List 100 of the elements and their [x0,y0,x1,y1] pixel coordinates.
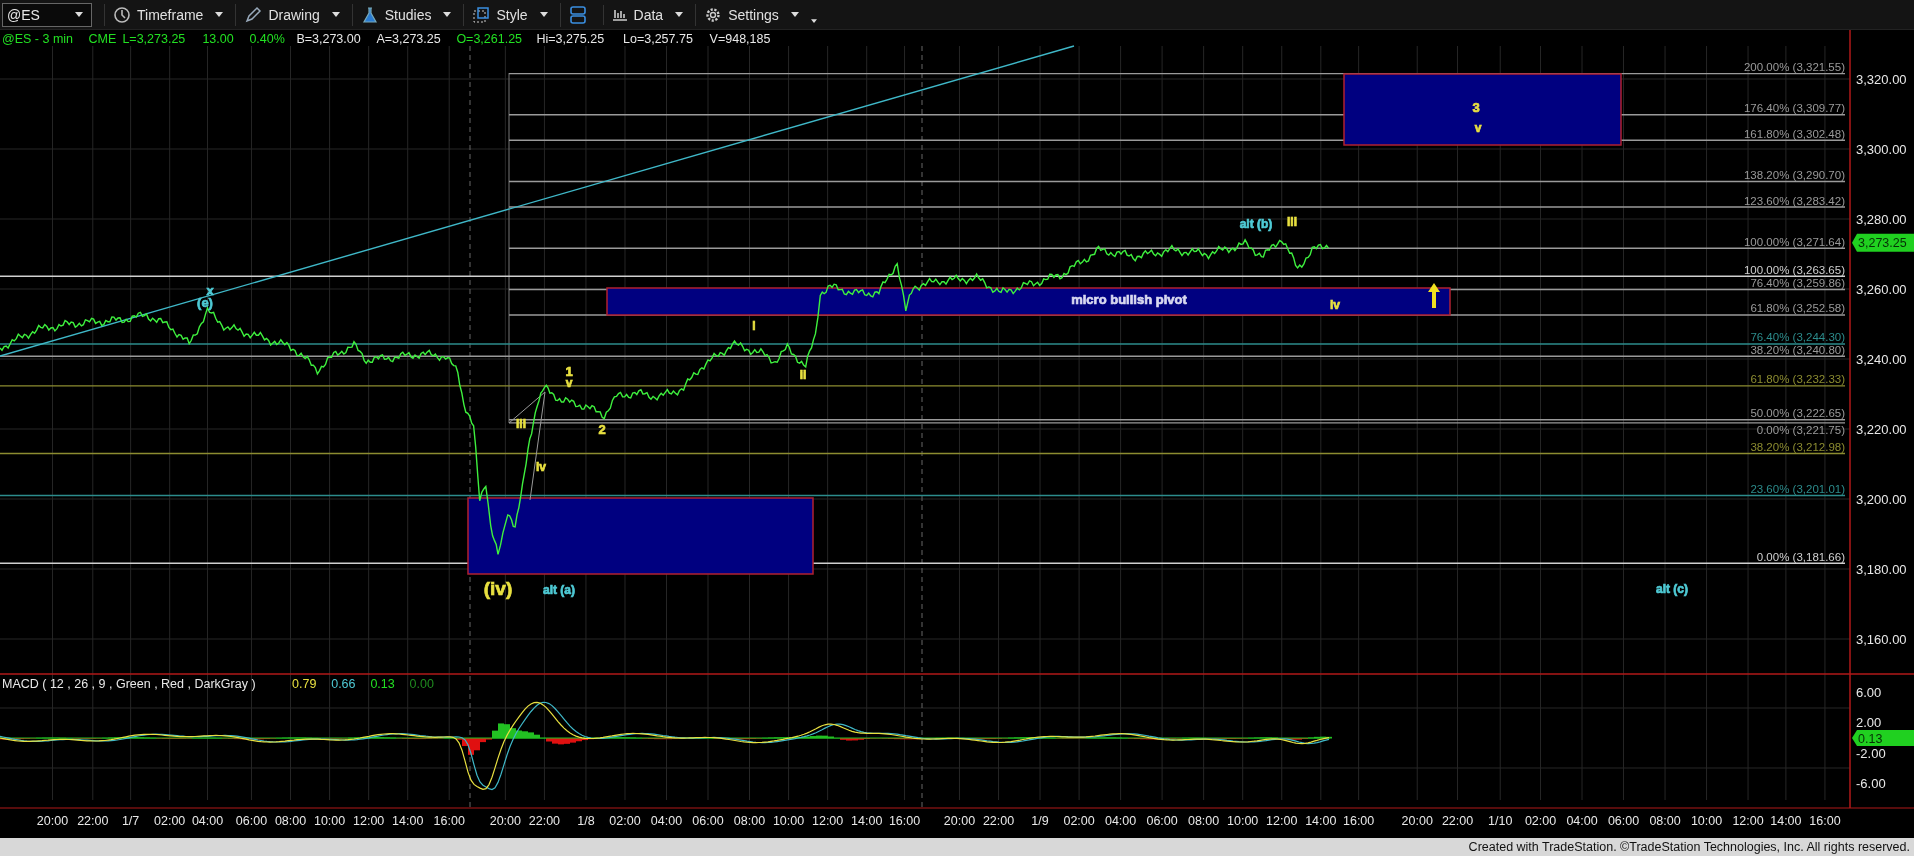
macd-tick: -6.00 [1856,776,1886,791]
time-label: 12:00 [1266,814,1298,828]
time-label: 10:00 [313,814,346,828]
price-tick: 3,260.00 [1856,282,1907,297]
time-label: 1/10 [1488,814,1513,828]
wave-label: ii [799,368,807,383]
wave-label: (iv) [483,578,513,599]
studies-button[interactable]: Studies [351,3,460,26]
quote-value: B=3,273.00 [296,32,361,46]
caret-icon [443,12,452,17]
macd-value-tag: 0.13 [1852,730,1914,746]
fib-label: 176.40% (3,309.77) [1743,102,1845,115]
price-tick: 3,320.00 [1856,72,1907,87]
time-label: 16:00 [888,814,921,828]
symbol-dropdown[interactable]: @ES [2,2,92,27]
time-label: 12:00 [812,814,844,828]
time-label: 06:00 [1607,814,1640,828]
settings-button[interactable]: Settings [695,3,807,26]
time-label: 08:00 [1649,814,1681,828]
macd-tick: -2.00 [1856,746,1886,761]
wave-label: alt (a) [543,583,575,598]
caret-icon [331,12,340,17]
fib-label: 38.20% (3,212.98) [1750,441,1845,454]
wave-label: 2 [598,422,606,438]
fib-label: 161.80% (3,302.48) [1743,127,1845,140]
quote-value: CME [88,32,117,46]
fib-label: 0.00% (3,181.66) [1756,550,1845,563]
time-label: 06:00 [1146,814,1178,828]
time-label: 02:00 [1524,814,1557,828]
flask-icon [360,5,379,24]
caret-icon [675,12,684,17]
quote-value: L=3,273.25 [122,32,186,46]
time-label: 16:00 [1343,814,1375,828]
quote-value: 13.00 [202,32,234,46]
time-label: 20:00 [489,814,521,828]
quote-value: Hi=3,275.25 [536,32,605,46]
time-label: 10:00 [1690,814,1723,828]
time-label: 20:00 [943,814,976,828]
time-label: 22:00 [982,814,1015,828]
time-label: 14:00 [392,814,424,828]
price-tick: 3,200.00 [1856,492,1907,507]
macd-value: 0.13 [370,677,395,691]
fib-label: 76.40% (3,259.86) [1750,277,1845,289]
time-label: 06:00 [692,814,724,828]
macd-value: 0.66 [331,677,356,691]
style-button[interactable]: Style [463,3,556,26]
caret-icon [539,12,548,17]
time-label: 1/9 [1031,814,1049,828]
time-label: 22:00 [1441,814,1474,828]
time-label: 08:00 [274,814,307,828]
timeframe-button[interactable]: Timeframe [104,3,232,26]
macd-value: 0.79 [292,677,317,691]
time-label: 20:00 [36,814,69,828]
data-button[interactable]: Data [602,4,692,25]
fib-label: 100.00% (3,271.64) [1743,235,1845,248]
time-label: 12:00 [1732,814,1764,828]
price-tick: 3,180.00 [1856,562,1907,577]
time-label: 16:00 [1809,814,1841,828]
caret-icon [790,12,799,17]
pencil-icon [244,5,263,24]
price-tick: 3,280.00 [1856,212,1907,227]
time-label: 04:00 [191,814,224,828]
drawing-button[interactable]: Drawing [235,3,348,26]
fib-label: 61.80% (3,252.58) [1750,302,1845,315]
price-tick: 3,240.00 [1856,352,1907,367]
quote-value: @ES - 3 min [2,32,74,46]
time-label: 08:00 [733,814,766,828]
fib-label: 123.60% (3,283.42) [1743,194,1845,207]
fib-label: 76.40% (3,244.30) [1750,331,1845,344]
caret-icon [810,18,817,23]
wave-label: 3 [1472,100,1480,116]
fib-label: 200.00% (3,321.55) [1743,61,1845,74]
copyright-text: Created with TradeStation. ©TradeStation Technologies, Inc. All rights reserved. [1468,840,1910,854]
fib-label: 23.60% (3,201.01) [1750,482,1845,495]
dashed-square-icon [472,5,491,24]
fib-label: 100.00% (3,263.65) [1743,263,1845,276]
quote-value: A=3,273.25 [376,32,441,46]
up-arrow-icon [1428,283,1440,308]
quote-value: 0.40% [249,32,285,46]
wave-label: micro bullish pivot [1071,292,1187,308]
stacked-panels-icon [568,4,587,25]
fib-label: 0.00% (3,221.75) [1756,423,1845,436]
macd-title: MACD ( 12 , 26 , 9 , Green , Red , DarkGray ) [2,677,256,691]
price-tick: 3,300.00 [1856,142,1907,157]
time-label: 1/8 [577,814,595,828]
time-label: 02:00 [1063,814,1095,828]
time-label: 04:00 [650,814,683,828]
time-label: 10:00 [772,814,805,828]
time-label: 02:00 [154,814,186,828]
macd-tick: 6.00 [1856,685,1882,700]
time-label: 04:00 [1566,814,1598,828]
quote-value: Lo=3,257.75 [623,32,693,46]
clock-icon [113,5,131,24]
time-label: 04:00 [1104,814,1137,828]
time-label: 22:00 [528,814,561,828]
wave-label: i [752,319,756,334]
fib-label: 50.00% (3,222.65) [1750,407,1845,420]
time-label: 14:00 [1305,814,1337,828]
wave-label: iv [536,460,546,475]
price-tick: 3,160.00 [1856,632,1907,647]
